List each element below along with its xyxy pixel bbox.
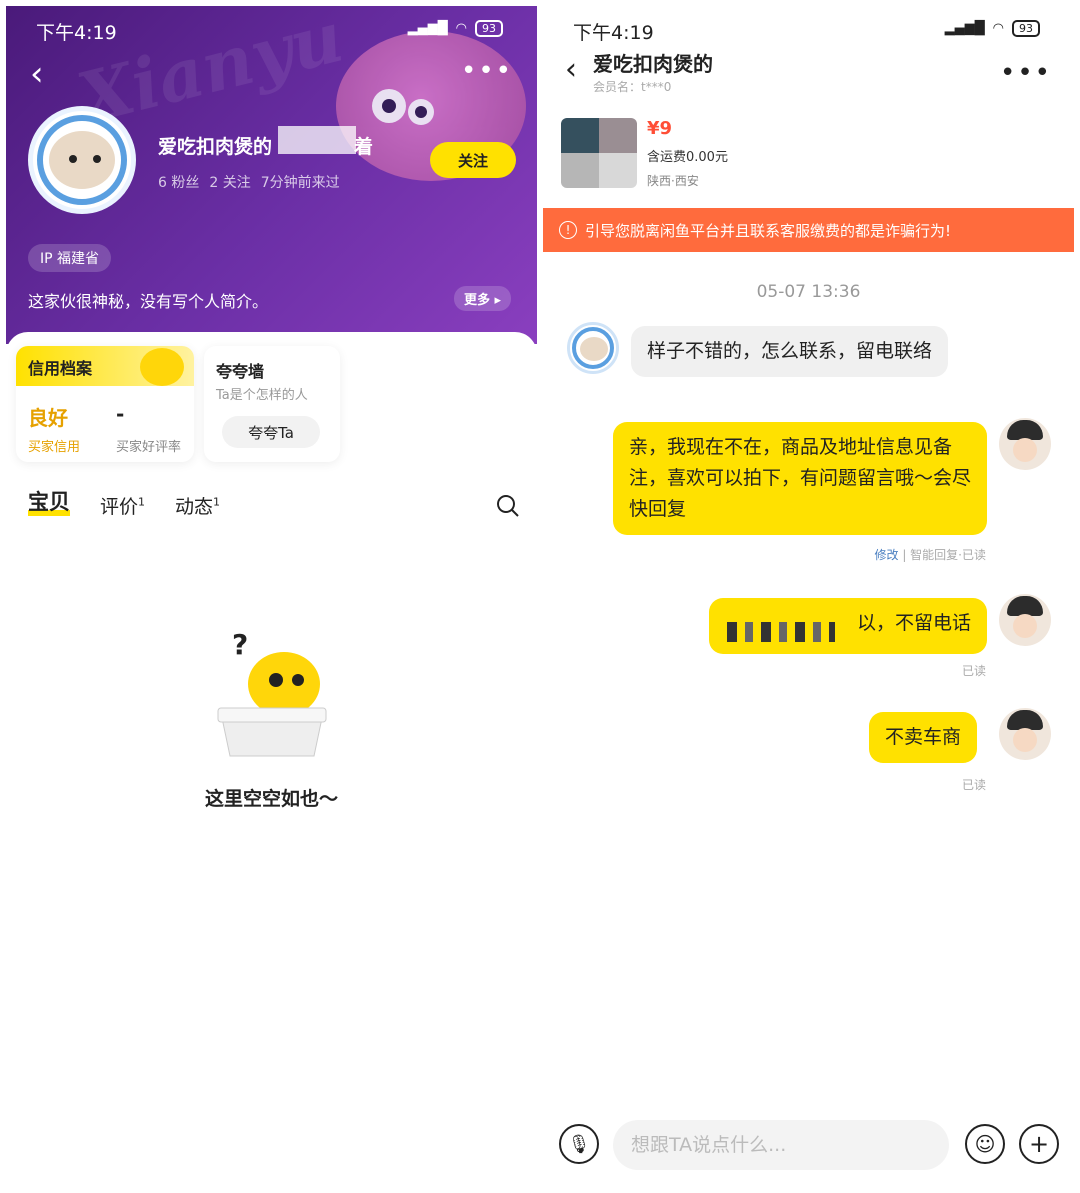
back-icon[interactable]: ‹ [565, 52, 577, 87]
wifi-icon: ◠ [992, 21, 1004, 36]
status-time: 下午4:19 [36, 22, 117, 44]
message-status: 已读 [961, 664, 986, 678]
nickname-redaction [278, 126, 356, 154]
member-name: 会员名：t***0 [593, 80, 672, 94]
product-location: 陕西·西安 [647, 174, 699, 188]
credit-card[interactable]: 信用档案 良好 - 买家信用 买家好评率 [16, 346, 194, 462]
mascot-icon [140, 348, 184, 386]
product-thumbnail[interactable] [561, 118, 637, 188]
warning-text: 引导您脱离闲鱼平台并且联系客服缴费的都是诈骗行为! [585, 221, 952, 240]
emoji-icon[interactable]: ☺ [965, 1124, 1005, 1164]
profile-cards: 信用档案 良好 - 买家信用 买家好评率 夸夸墙 Ta是个怎样的人 夸夸Ta [6, 332, 537, 482]
seller-avatar[interactable] [999, 594, 1051, 646]
buyer-credit-label: 买家信用 [28, 440, 81, 455]
message-status: 修改 | 智能回复·已读 [874, 548, 986, 562]
tab-items[interactable]: 宝贝 [28, 492, 70, 516]
message-input[interactable] [613, 1120, 949, 1170]
buyer-credit-value: 良好 [28, 406, 68, 430]
message-bubble: 不卖车商 [869, 712, 978, 763]
more-options-icon[interactable]: ••• [461, 56, 513, 86]
product-price: ¥9 [647, 118, 673, 139]
chat-timestamp: 05-07 13:36 [756, 282, 861, 302]
following-count[interactable]: 2 关注 [209, 172, 250, 192]
plus-icon[interactable]: + [1019, 1124, 1059, 1164]
wifi-icon: ◠ [455, 21, 467, 36]
fans-count[interactable]: 6 粉丝 [158, 172, 199, 192]
signal-icon: ▂▄▆█ [944, 21, 985, 36]
tab-posts[interactable]: 动态1 [175, 492, 220, 519]
buyer-rating-value: - [116, 402, 125, 426]
battery-icon: 93 [475, 20, 503, 37]
avatar[interactable] [28, 106, 136, 214]
signal-icon: ▂▄▆█ [407, 21, 448, 36]
svg-text:?: ? [232, 628, 248, 661]
battery-icon: 93 [1012, 20, 1040, 37]
profile-screen: Xianyu 下午4:19 ▂▄▆█ ◠ 93 ‹ ••• 爱吃扣肉煲的着 6 粉丝… [6, 6, 537, 1189]
warning-icon: ! [559, 221, 577, 239]
back-icon[interactable]: ‹ [30, 54, 44, 94]
last-seen: 7分钟前来过 [260, 175, 340, 191]
more-button[interactable]: 更多 ▸ [454, 286, 512, 311]
profile-bio: 这家伙很神秘，没有写个人简介。 [28, 292, 269, 311]
empty-box-illustration: ? [217, 628, 327, 757]
message-bubble: 亲，我现在不在，商品及地址信息见备注，喜欢可以拍下，有问题留言哦～会尽快回复 [613, 422, 987, 535]
profile-tabs: 宝贝 评价1 动态1 [28, 492, 220, 519]
fraud-warning-banner: ! 引导您脱离闲鱼平台并且联系客服缴费的都是诈骗行为! [543, 208, 1074, 252]
chat-title: 爱吃扣肉煲的 [593, 52, 713, 76]
chat-input-bar: 🎙 ☺ + [543, 1116, 1074, 1176]
microphone-icon[interactable]: 🎙 [559, 1124, 599, 1164]
redacted-text [727, 622, 835, 642]
message-bubble: 样子不错的，怎么联系，留电联络 [631, 326, 949, 377]
praise-title: 夸夸墙 [216, 362, 265, 381]
seller-avatar[interactable] [999, 418, 1051, 470]
buyer-rating-label: 买家好评率 [116, 440, 182, 455]
search-icon[interactable] [496, 494, 520, 518]
profile-header: Xianyu 下午4:19 ▂▄▆█ ◠ 93 ‹ ••• 爱吃扣肉煲的着 6 粉丝… [6, 6, 537, 344]
chat-screen: 下午4:19 ▂▄▆█ ◠ 93 ‹ 爱吃扣肉煲的 会员名：t***0 ••• ¥9… [543, 6, 1074, 1189]
credit-title: 信用档案 [28, 359, 93, 378]
status-time: 下午4:19 [573, 22, 654, 44]
status-bar: 下午4:19 ▂▄▆█ ◠ 93 [6, 18, 537, 44]
follow-button[interactable]: 关注 [430, 142, 516, 178]
message-status: 已读 [961, 778, 986, 792]
edit-link[interactable]: 修改 [874, 548, 898, 562]
status-bar: 下午4:19 ▂▄▆█ ◠ 93 [543, 18, 1074, 44]
seller-avatar[interactable] [999, 708, 1051, 760]
buyer-avatar[interactable] [567, 322, 619, 374]
empty-state-text: 这里空空如也～ [204, 788, 338, 810]
tab-reviews[interactable]: 评价1 [100, 492, 145, 519]
praise-button[interactable]: 夸夸Ta [222, 416, 320, 448]
product-shipping: 含运费0.00元 [647, 150, 728, 165]
profile-stats: 6 粉丝 2 关注 7分钟前来过 [158, 172, 340, 192]
praise-subtitle: Ta是个怎样的人 [216, 388, 308, 403]
ip-location-badge: IP 福建省 [28, 244, 112, 272]
praise-wall-card[interactable]: 夸夸墙 Ta是个怎样的人 夸夸Ta [204, 346, 340, 462]
more-options-icon[interactable]: ••• [1000, 58, 1052, 88]
message-bubble: 以，不留电话 [709, 598, 987, 654]
title-redaction [735, 46, 813, 76]
